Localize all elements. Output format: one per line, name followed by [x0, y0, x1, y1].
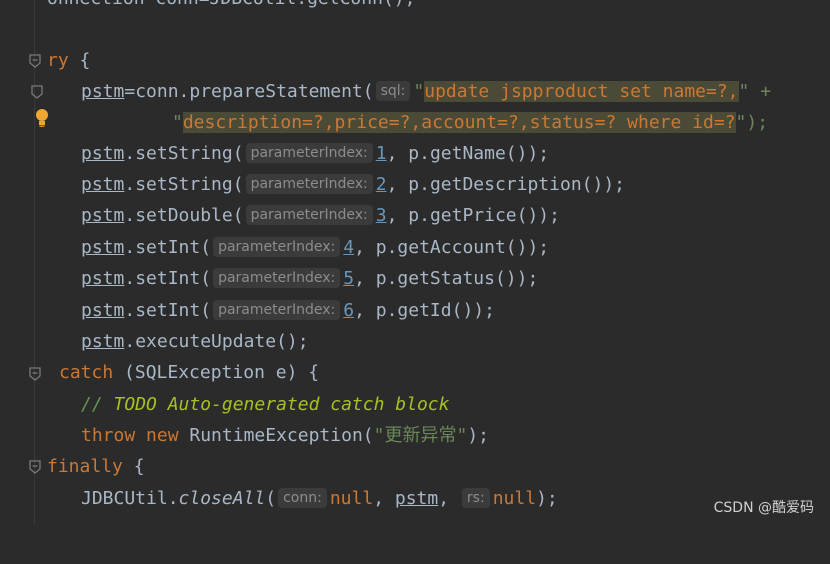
- code-text: RuntimeException(: [178, 425, 374, 446]
- code-text: .setInt(: [124, 237, 212, 258]
- code-line[interactable]: JDBCUtil.closeAll(conn: null, pstm, rs: nu…: [0, 486, 558, 512]
- code-line[interactable]: pstm.setInt(parameterIndex: 6, p.getId())…: [0, 298, 495, 324]
- variable: pstm: [81, 237, 125, 258]
- variable: pstm: [81, 174, 125, 195]
- code-line[interactable]: onnection conn=JDBCUtil.getConn();: [0, 0, 415, 12]
- variable: pstm: [394, 488, 439, 509]
- keyword: ry: [47, 50, 69, 71]
- number: 1: [375, 143, 387, 164]
- keyword: throw: [81, 425, 136, 446]
- code-text: JDBCUtil.: [81, 488, 179, 509]
- code-line[interactable]: // TODO Auto-generated catch block: [0, 392, 449, 418]
- code-line[interactable]: pstm.setString(parameterIndex: 1, p.getNa…: [0, 141, 549, 167]
- code-line[interactable]: "description=?,price=?,account=?,status=…: [0, 110, 768, 136]
- code-text: (SQLException e) {: [113, 362, 320, 383]
- code-text: {: [68, 50, 91, 71]
- code-text: );: [536, 488, 558, 509]
- parameter-hint: parameterIndex:: [213, 268, 341, 288]
- code-text: , p.getStatus());: [354, 268, 539, 289]
- variable: pstm: [81, 143, 125, 164]
- code-text: );: [467, 425, 489, 446]
- sql-highlight: update jspproduct set name=?,: [424, 81, 739, 102]
- parameter-hint: sql:: [375, 81, 411, 101]
- code-line[interactable]: ry {: [0, 48, 90, 74]
- parameter-hint: conn:: [278, 488, 327, 508]
- keyword: null: [329, 488, 374, 509]
- code-text: .setString(: [124, 174, 244, 195]
- code-text: onnection conn=JDBCUtil.getConn();: [47, 0, 415, 12]
- string-quote: ": [172, 112, 183, 133]
- code-line[interactable]: pstm=conn.prepareStatement(sql: "update j…: [0, 79, 771, 105]
- parameter-hint: parameterIndex:: [213, 237, 341, 257]
- variable: pstm: [81, 81, 125, 102]
- code-text: , p.getId());: [354, 300, 495, 321]
- variable: pstm: [81, 268, 125, 289]
- code-line[interactable]: pstm.executeUpdate();: [0, 329, 309, 355]
- number: 2: [375, 174, 387, 195]
- code-text: {: [122, 456, 145, 477]
- code-line[interactable]: pstm.setDouble(parameterIndex: 3, p.getPr…: [0, 203, 560, 229]
- keyword: new: [146, 425, 179, 446]
- code-text: .setDouble(: [124, 205, 244, 226]
- code-text: .setInt(: [124, 268, 212, 289]
- code-text: .setInt(: [124, 300, 212, 321]
- comment: //: [81, 394, 114, 415]
- number: 5: [343, 268, 355, 289]
- watermark: CSDN @酷爱码: [713, 500, 814, 516]
- code-line[interactable]: pstm.setInt(parameterIndex: 5, p.getStatu…: [0, 266, 538, 292]
- code-line[interactable]: finally {: [0, 454, 145, 480]
- code-text: =conn.prepareStatement(: [124, 81, 374, 102]
- code-line[interactable]: pstm.setInt(parameterIndex: 4, p.getAccou…: [0, 235, 549, 261]
- method-name: closeAll: [178, 488, 266, 509]
- parameter-hint: rs:: [461, 488, 490, 508]
- string-end: " +: [738, 81, 772, 102]
- todo-comment: TODO Auto-generated catch block: [113, 394, 450, 415]
- code-text: , p.getPrice());: [386, 205, 560, 226]
- code-line[interactable]: pstm.setString(parameterIndex: 2, p.getDe…: [0, 172, 625, 198]
- parameter-hint: parameterIndex:: [245, 174, 373, 194]
- parameter-hint: parameterIndex:: [245, 143, 373, 163]
- sql-highlight: description=?,price=?,account=?,status=?…: [182, 112, 736, 133]
- variable: pstm: [81, 205, 125, 226]
- code-editor[interactable]: onnection conn=JDBCUtil.getConn(); ry { …: [0, 0, 830, 525]
- string-literal: "更新异常": [373, 425, 468, 446]
- keyword: catch: [59, 362, 114, 383]
- code-line[interactable]: throw new RuntimeException("更新异常");: [0, 423, 489, 449]
- code-text: (: [265, 488, 277, 509]
- code-text: .executeUpdate();: [124, 331, 309, 352]
- code-text: ,: [438, 488, 460, 509]
- number: 3: [375, 205, 387, 226]
- parameter-hint: parameterIndex:: [213, 300, 341, 320]
- variable: pstm: [81, 300, 125, 321]
- code-text: , p.getName());: [386, 143, 550, 164]
- variable: pstm: [81, 331, 125, 352]
- code-text: , p.getAccount());: [354, 237, 550, 258]
- string-end: ");: [735, 112, 769, 133]
- code-text: , p.getDescription());: [386, 174, 626, 195]
- number: 4: [343, 237, 355, 258]
- code-text: ,: [373, 488, 395, 509]
- string-quote: ": [413, 81, 425, 102]
- keyword: null: [492, 488, 537, 509]
- keyword: finally: [47, 456, 123, 477]
- code-line[interactable]: catch (SQLException e) {: [0, 360, 319, 386]
- number: 6: [343, 300, 355, 321]
- parameter-hint: parameterIndex:: [245, 205, 373, 225]
- code-text: .setString(: [124, 143, 244, 164]
